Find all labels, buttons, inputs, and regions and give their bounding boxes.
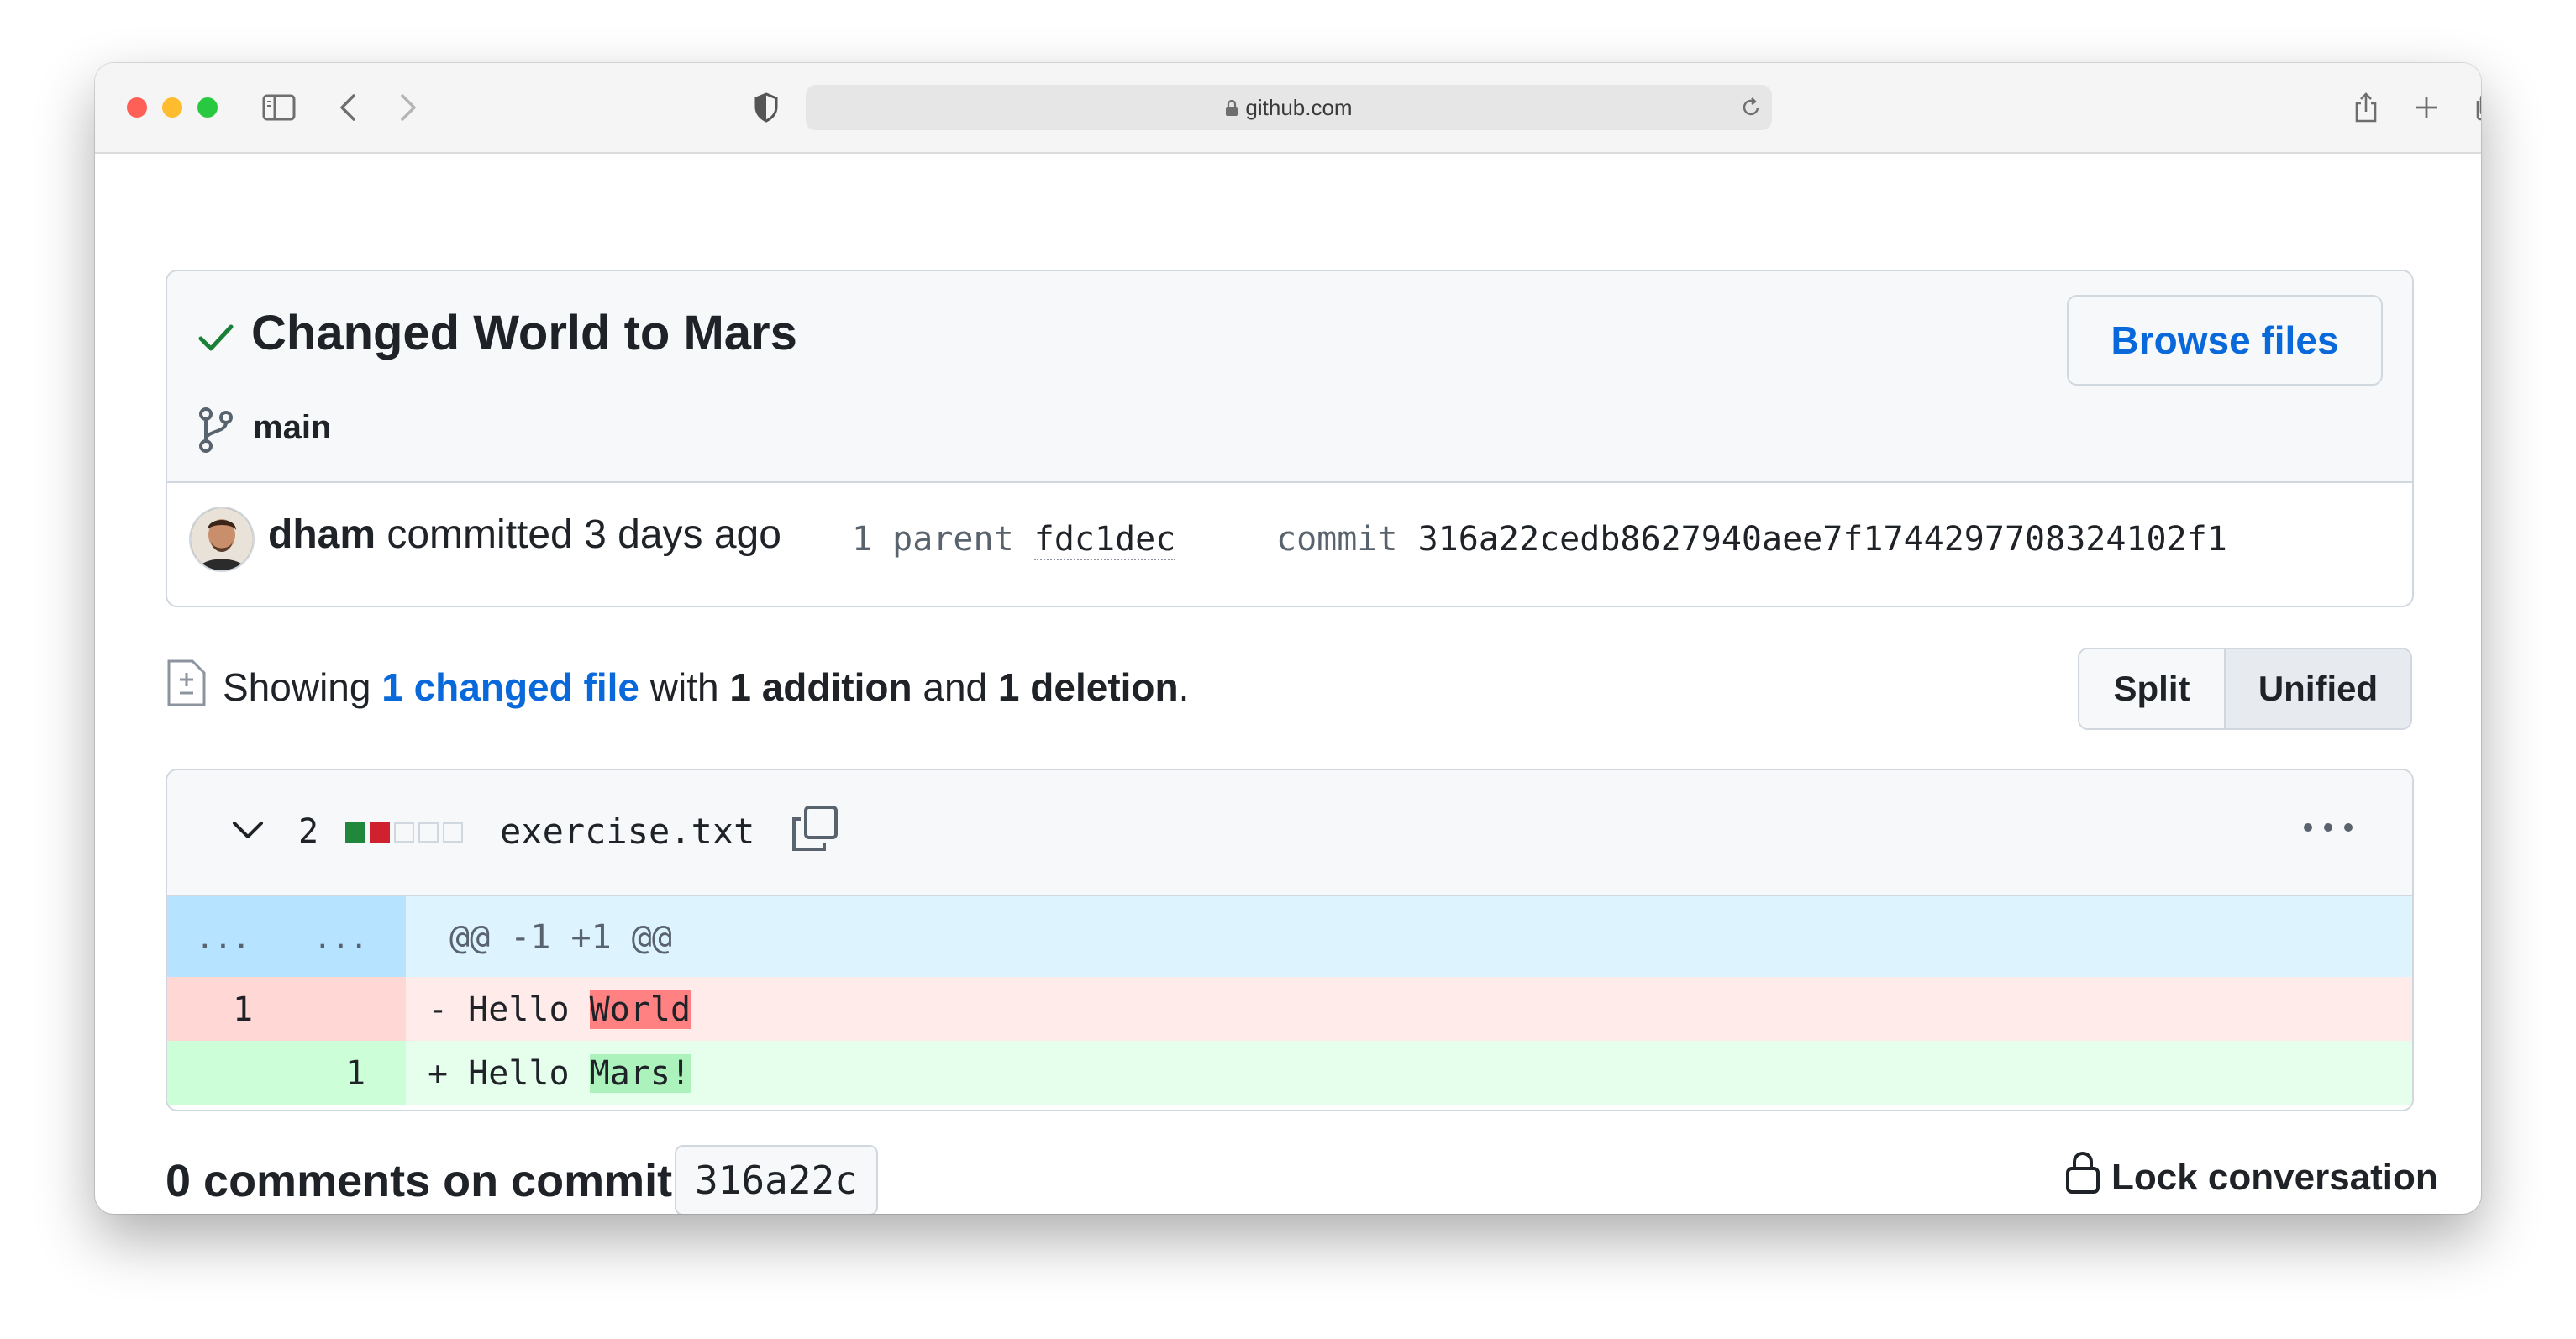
author-name[interactable]: dham bbox=[268, 512, 376, 557]
unified-view-button[interactable]: Unified bbox=[2226, 649, 2410, 728]
file-diff-icon bbox=[166, 658, 208, 712]
diff-summary: Showing 1 changed file with 1 addition a… bbox=[223, 665, 1190, 709]
diff-view-toggle: Split Unified bbox=[2078, 648, 2412, 730]
hunk-header-row: ... ... @@ -1 +1 @@ bbox=[167, 896, 2412, 977]
page-content: Changed World to Mars main Browse files … bbox=[95, 154, 2481, 1214]
url-text: github.com bbox=[1245, 95, 1353, 120]
new-tab-icon[interactable] bbox=[2407, 88, 2446, 127]
commit-meta-section: dham committed 3 days ago 1 parent fdc1d… bbox=[167, 483, 2412, 606]
diff-line-addition: 1 + Hello Mars! bbox=[167, 1041, 2412, 1105]
commit-title-section: Changed World to Mars main Browse files bbox=[167, 271, 2412, 483]
collapse-chevron-icon[interactable] bbox=[231, 819, 265, 845]
browser-toolbar: github.com bbox=[95, 63, 2481, 154]
diffstat-block bbox=[370, 822, 390, 843]
check-icon bbox=[196, 320, 236, 358]
commit-label: commit bbox=[1276, 520, 1398, 559]
file-name[interactable]: exercise.txt bbox=[500, 811, 754, 852]
lock-conversation-button[interactable]: Lock conversation bbox=[2064, 1150, 2438, 1205]
minimize-window-button[interactable] bbox=[162, 97, 182, 118]
parent-sha-link[interactable]: fdc1dec bbox=[1033, 520, 1176, 560]
committed-time: committed 3 days ago bbox=[386, 512, 781, 557]
more-options-icon[interactable] bbox=[2301, 821, 2355, 838]
file-diff: 2 exercise.txt ... ... @@ -1 +1 @@ 1 - H… bbox=[166, 769, 2414, 1111]
expand-up-button[interactable]: ... bbox=[196, 922, 250, 956]
expand-down-button[interactable]: ... bbox=[313, 922, 368, 956]
deletions-count: 1 deletion bbox=[997, 665, 1179, 709]
tab-overview-icon[interactable] bbox=[2469, 88, 2481, 127]
diffstat-block bbox=[418, 822, 439, 843]
hunk-header: @@ -1 +1 @@ bbox=[449, 918, 672, 957]
file-header: 2 exercise.txt bbox=[167, 770, 2412, 896]
word-highlight: World bbox=[589, 990, 691, 1029]
close-window-button[interactable] bbox=[127, 97, 147, 118]
copy-icon[interactable] bbox=[789, 804, 839, 859]
lock-conversation-label: Lock conversation bbox=[2111, 1156, 2438, 1198]
changed-files-link[interactable]: 1 changed file bbox=[381, 665, 639, 709]
forward-icon[interactable] bbox=[389, 88, 428, 127]
split-view-button[interactable]: Split bbox=[2079, 649, 2226, 728]
author-avatar[interactable] bbox=[189, 507, 255, 572]
old-line-number[interactable]: 1 bbox=[233, 990, 253, 1029]
comments-heading: 0 comments on commit bbox=[166, 1156, 673, 1206]
commit-sha-chip: 316a22c bbox=[675, 1145, 878, 1214]
diff-line-deletion: 1 - Hello World bbox=[167, 977, 2412, 1041]
additions-count: 1 addition bbox=[729, 665, 912, 709]
new-line-number[interactable]: 1 bbox=[345, 1054, 365, 1093]
lock-icon bbox=[2064, 1150, 2101, 1205]
diff-line-code: + Hello Mars! bbox=[428, 1054, 691, 1093]
reload-icon[interactable] bbox=[1740, 97, 1762, 123]
diffstat-block bbox=[345, 822, 365, 843]
sidebar-toggle-icon[interactable] bbox=[260, 88, 298, 127]
branch-name[interactable]: main bbox=[253, 409, 331, 447]
diff-line-code: - Hello World bbox=[428, 990, 691, 1029]
diffstat-bar bbox=[345, 822, 463, 843]
commit-header-box: Changed World to Mars main Browse files … bbox=[166, 270, 2414, 607]
back-icon[interactable] bbox=[329, 88, 367, 127]
zoom-window-button[interactable] bbox=[197, 97, 218, 118]
lock-icon bbox=[1225, 87, 1238, 132]
word-highlight: Mars! bbox=[589, 1054, 691, 1093]
diffstat-block bbox=[394, 822, 414, 843]
share-icon[interactable] bbox=[2347, 88, 2385, 127]
browse-files-button[interactable]: Browse files bbox=[2067, 295, 2383, 386]
commit-title: Changed World to Mars bbox=[251, 306, 797, 360]
browser-window: github.com Changed World to Mars main Br… bbox=[95, 63, 2481, 1214]
change-count: 2 bbox=[298, 812, 319, 851]
parent-label: 1 parent bbox=[852, 520, 1014, 559]
privacy-shield-icon[interactable] bbox=[747, 88, 786, 127]
address-bar[interactable]: github.com bbox=[806, 85, 1772, 130]
git-branch-icon bbox=[196, 406, 236, 459]
diffstat-block bbox=[443, 822, 463, 843]
commit-sha: 316a22cedb8627940aee7f1744297708324102f1 bbox=[1417, 520, 2227, 559]
